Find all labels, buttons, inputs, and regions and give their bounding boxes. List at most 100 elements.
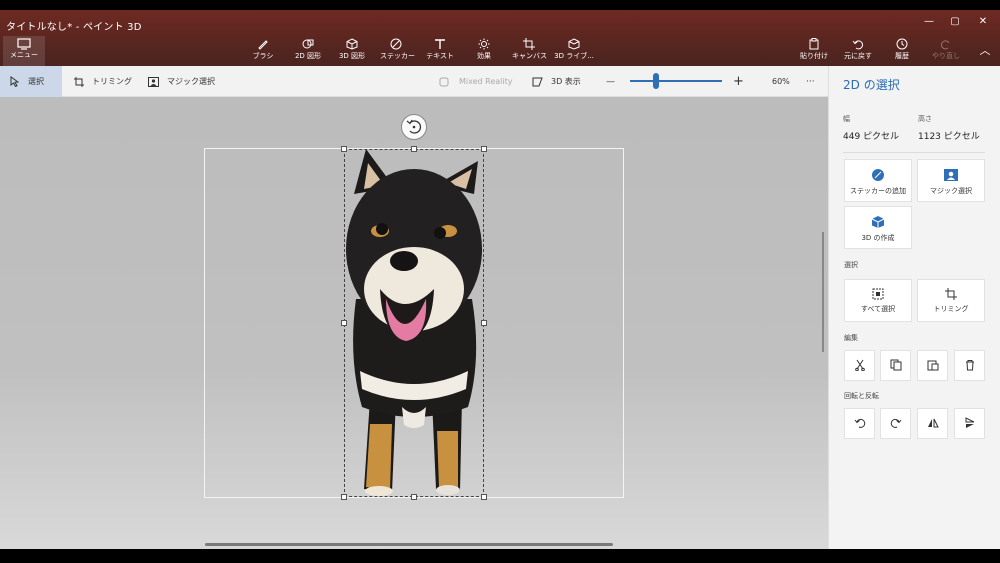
undo-label: 元に戻す xyxy=(844,52,872,60)
resize-handle[interactable] xyxy=(481,320,487,326)
paste-icon xyxy=(809,38,819,50)
tool-label: テキスト xyxy=(426,52,454,60)
flip-vertical-button[interactable] xyxy=(954,408,985,439)
more-options-button[interactable]: ··· xyxy=(806,66,815,97)
crop-label: トリミング xyxy=(92,77,132,86)
section-rotate-heading: 回転と反転 xyxy=(844,392,879,400)
paste-icon xyxy=(927,360,938,371)
magic-select-icon xyxy=(148,76,159,87)
undo-button[interactable]: 元に戻す xyxy=(838,36,878,66)
height-value[interactable]: 1123 ピクセル xyxy=(918,129,980,142)
select-tool[interactable]: 選択 xyxy=(0,66,62,97)
canvas-area[interactable] xyxy=(0,97,828,549)
resize-handle[interactable] xyxy=(481,146,487,152)
menu-icon xyxy=(17,38,31,50)
tool-label: 2D 図形 xyxy=(294,52,322,60)
tool-3d-library[interactable]: 3D ライブ... xyxy=(554,36,594,66)
tool-effects[interactable]: 効果 xyxy=(470,36,498,66)
menu-button[interactable]: メニュー xyxy=(3,36,45,66)
flip-horizontal-button[interactable] xyxy=(917,408,948,439)
properties-panel: 2D の選択 幅 449 ピクセル 高さ 1123 ピクセル ステッカーの追加 … xyxy=(828,66,1000,549)
tool-brush[interactable]: ブラシ xyxy=(249,36,277,66)
zoom-slider-thumb[interactable] xyxy=(652,73,659,89)
crop-icon xyxy=(74,76,84,87)
make-3d-label: 3D の作成 xyxy=(861,234,895,242)
add-sticker-button[interactable]: ステッカーの追加 xyxy=(844,159,912,202)
delete-button[interactable] xyxy=(954,350,985,381)
tool-2d-shapes[interactable]: 2D 図形 xyxy=(292,36,324,66)
paste-label: 貼り付け xyxy=(800,52,828,60)
redo-icon xyxy=(941,40,950,50)
paste-button[interactable] xyxy=(917,350,948,381)
zoom-slider-track[interactable] xyxy=(630,80,722,82)
select-all-button[interactable]: すべて選択 xyxy=(844,279,912,322)
sticker-icon xyxy=(390,38,402,50)
tool-label: 3D 図形 xyxy=(338,52,366,60)
section-select-heading: 選択 xyxy=(844,261,858,269)
resize-handle[interactable] xyxy=(341,494,347,500)
tool-sticker[interactable]: ステッカー xyxy=(380,36,415,66)
tool-label: 3D ライブ... xyxy=(554,52,594,60)
resize-handle[interactable] xyxy=(481,494,487,500)
minimize-button[interactable]: — xyxy=(922,16,936,27)
resize-handle[interactable] xyxy=(411,146,417,152)
zoom-out-button[interactable]: — xyxy=(606,66,615,97)
2d-shapes-icon xyxy=(302,39,314,49)
view-3d-button[interactable]: 3D 表示 xyxy=(532,66,581,97)
zoom-value[interactable]: 60% xyxy=(772,66,790,97)
collapse-chevron-icon[interactable]: ︿ xyxy=(978,42,992,58)
canvas-icon xyxy=(523,38,535,50)
cut-button[interactable] xyxy=(844,350,875,381)
resize-handle[interactable] xyxy=(411,494,417,500)
magic-select-tool[interactable]: マジック選択 xyxy=(148,66,215,97)
height-label: 高さ xyxy=(918,115,932,123)
text-icon xyxy=(435,39,445,49)
cursor-icon xyxy=(10,76,20,87)
make-3d-button[interactable]: 3D の作成 xyxy=(844,206,912,249)
effects-icon xyxy=(478,38,490,50)
magic-select-icon xyxy=(944,169,958,181)
mixed-reality-label: Mixed Reality xyxy=(459,77,513,86)
crop-label: トリミング xyxy=(933,305,969,313)
divider xyxy=(843,152,985,153)
paste-button[interactable]: 貼り付け xyxy=(794,36,834,66)
magic-select-button[interactable]: マジック選択 xyxy=(917,159,985,202)
maximize-button[interactable]: ▢ xyxy=(948,16,962,27)
tool-canvas[interactable]: キャンバス xyxy=(512,36,547,66)
selection-box[interactable] xyxy=(344,149,484,497)
history-button[interactable]: 履歴 xyxy=(882,36,922,66)
width-value[interactable]: 449 ピクセル xyxy=(843,129,899,142)
tool-text[interactable]: テキスト xyxy=(424,36,456,66)
resize-handle[interactable] xyxy=(341,320,347,326)
zoom-in-button[interactable]: + xyxy=(733,66,744,97)
3d-shapes-icon xyxy=(346,38,358,50)
view-3d-label: 3D 表示 xyxy=(551,77,581,86)
resize-handle[interactable] xyxy=(341,146,347,152)
horizontal-scrollbar[interactable] xyxy=(205,543,613,546)
add-sticker-label: ステッカーの追加 xyxy=(850,187,906,195)
vertical-scrollbar[interactable] xyxy=(822,232,824,352)
rotate-left-button[interactable] xyxy=(844,408,875,439)
sticker-icon xyxy=(872,169,884,181)
mixed-reality-button[interactable]: Mixed Reality xyxy=(439,66,513,97)
rotate-handle[interactable] xyxy=(401,114,427,140)
magic-select-label: マジック選択 xyxy=(167,77,215,86)
crop-tool[interactable]: トリミング xyxy=(74,66,132,97)
flip-horizontal-icon xyxy=(927,418,939,428)
tool-3d-shapes[interactable]: 3D 図形 xyxy=(336,36,368,66)
brush-icon xyxy=(258,40,268,50)
crop-button[interactable]: トリミング xyxy=(917,279,985,322)
close-button[interactable]: ✕ xyxy=(976,16,990,27)
copy-icon xyxy=(890,359,901,371)
3d-library-icon xyxy=(568,38,580,50)
sub-toolbar: 選択 トリミング マジック選択 Mixed Reality 3D 表示 — + … xyxy=(0,66,828,97)
rotate-right-button[interactable] xyxy=(880,408,911,439)
tool-label: ステッカー xyxy=(380,52,415,60)
redo-button[interactable]: やり直し xyxy=(926,36,966,66)
mixed-reality-icon xyxy=(439,77,449,86)
width-label: 幅 xyxy=(843,115,850,123)
tool-label: キャンバス xyxy=(512,52,547,60)
title-bar: タイトルなし* - ペイント 3D — ▢ ✕ メニュー ブラシ 2D 図形 3… xyxy=(0,10,1000,66)
copy-button[interactable] xyxy=(880,350,911,381)
menu-label: メニュー xyxy=(10,51,38,59)
